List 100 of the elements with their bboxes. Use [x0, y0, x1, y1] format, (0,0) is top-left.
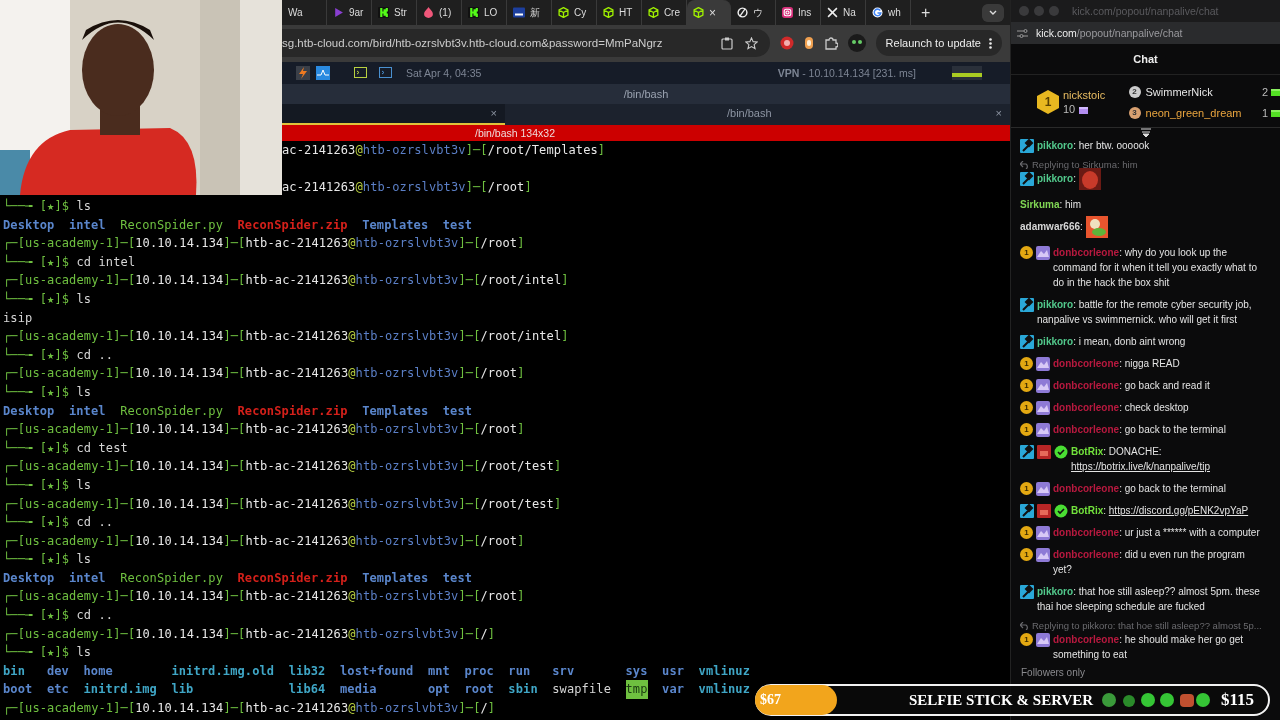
collapse-icon[interactable] [1139, 128, 1152, 138]
chat-message: donbcorleone: nigga READ [1053, 357, 1180, 371]
extension-icon[interactable] [779, 36, 794, 51]
reply-context: Replying to pikkoro: that hoe still asleep?? almost 5p... [1032, 619, 1262, 632]
clipboard-icon[interactable] [720, 36, 733, 50]
file-name: dev [46, 662, 69, 680]
hammer-icon [1020, 585, 1034, 599]
terminal-icon[interactable] [354, 67, 367, 79]
wave-icon[interactable] [316, 65, 330, 80]
cpu-meter-drawing [952, 65, 982, 80]
rank-badge: 1 [1037, 90, 1059, 114]
relaunch-button[interactable]: Relaunch to update [875, 30, 1002, 57]
file-name: vmlinuz [698, 681, 750, 699]
browser-tab[interactable]: × [687, 0, 731, 25]
chat-message: BotRix: https://discord.gg/pENK2vpYaP [1071, 504, 1249, 518]
avatar-badge-icon [1036, 357, 1050, 371]
donation-amount: $115 [1220, 690, 1254, 710]
file-name: tmp [625, 680, 648, 700]
subscriber-badge: 1 [1020, 526, 1033, 539]
hammer-icon [1020, 445, 1034, 459]
file-name: Templates [362, 402, 429, 420]
bookmark-star-icon[interactable] [744, 36, 758, 50]
emote-icon [1085, 216, 1108, 238]
chat-message: donbcorleone: he should make her go get something to eat [1053, 633, 1245, 662]
prompt-line: ┌─[us-academy-1]─[10.10.14.134]─[htb-ac-2141263@htb-ozrslvbt3v]─[/root/intel] [3, 272, 569, 290]
file-name: opt [427, 681, 450, 699]
gifter-name: neon_green_dream [1145, 106, 1242, 119]
command-line: └──╼ [★]$ cd test [3, 439, 128, 457]
subscriber-badge: 1 [1020, 548, 1033, 561]
clock-text: Sat Apr 4, 04:35 [406, 66, 482, 79]
gift-count: 2 [1261, 85, 1268, 98]
puzzle-icon[interactable] [823, 36, 838, 51]
command-line: └──╼ [★]$ ls [3, 476, 92, 494]
avatar-badge-icon [1036, 548, 1050, 562]
file-name: usr [662, 662, 685, 680]
chat-message: donbcorleone: go back to the terminal [1053, 423, 1226, 437]
prompt-line: ┌─[us-academy-1]─[10.10.14.134]─[htb-ac-2141263@htb-ozrslvbt3v]─[/] [3, 625, 496, 643]
chat-message: Sirkuma: him [1020, 198, 1082, 212]
avatar-badge-icon [1036, 526, 1050, 540]
file-name: Templates [362, 569, 429, 587]
gifter-name: nickstoic [1063, 89, 1106, 101]
prompt-line: ┌─[us-academy-1]─[10.10.14.134]─[htb-ac-2141263@htb-ozrslvbt3v]─[/root] [3, 588, 525, 606]
chat-message: donbcorleone: go back to the terminal [1053, 482, 1226, 496]
gift-count: 10 [1063, 103, 1076, 115]
alert-title: SELFIE STICK & SERVER [909, 691, 1094, 709]
command-line: └──╼ [★]$ cd .. [3, 346, 114, 364]
chat-message: pikkoro: i mean, donb aint wrong [1037, 335, 1186, 349]
hammer-icon [1020, 139, 1034, 153]
file-name: ReconSpider.zip [237, 402, 348, 420]
chat-message: pikkoro: that hoe still asleep?? almost 5pm. these thai hoe sleeping schedule are fucked [1037, 585, 1261, 614]
terminal-tab[interactable]: × [282, 103, 505, 125]
chat-message: donbcorleone: why do you look up the command for it when it tell you exactly what to do in the hack the box shit [1053, 246, 1258, 290]
file-name: ReconSpider.py [120, 569, 223, 587]
hammer-icon [1020, 298, 1034, 312]
command-line: └──╼ [★]$ cd intel [3, 253, 136, 271]
chat-heading: Chat [1133, 53, 1158, 65]
file-name: test [442, 216, 473, 234]
donation-amount: $67 [755, 685, 837, 715]
file-name: lost+found [339, 662, 414, 680]
terminal-size-text: /bin/bash 134x32 [475, 126, 555, 139]
camera-icon [782, 7, 793, 18]
message-link[interactable]: https://discord.gg/pENK2vpYaP [1108, 505, 1249, 516]
subscriber-badge: 1 [1020, 482, 1033, 495]
lightning-icon[interactable] [296, 65, 310, 80]
subscriber-badge: 1 [1020, 423, 1033, 436]
subscriber-badge: 1 [1020, 379, 1033, 392]
profile-avatar-icon[interactable] [847, 34, 866, 53]
subscriber-badge: 1 [1020, 633, 1033, 646]
chat-message: pikkoro: battle for the remote cyber security job, nanpalive vs swimmernick. who will get it first [1037, 298, 1253, 327]
command-line: └──╼ [★]$ ls [3, 550, 92, 569]
prompt-line: ┌─[us-academy-1]─[10.10.14.134]─[htb-ac-2141263@htb-ozrslvbt3v]─[/] [3, 700, 496, 718]
file-name: intel [68, 402, 106, 420]
file-name: initrd.img [83, 681, 157, 699]
k-logo-icon [468, 7, 479, 18]
new-tab-button[interactable]: + [915, 3, 937, 22]
site-settings-icon[interactable] [1017, 28, 1028, 38]
command-line: └──╼ [★]$ ls [3, 290, 92, 308]
extension-icon[interactable] [803, 36, 814, 51]
avatar-badge-icon [1036, 379, 1050, 393]
verified-icon [1054, 445, 1068, 459]
hammer-icon [1020, 504, 1034, 518]
emote-icon [1078, 168, 1101, 190]
file-name: Desktop [3, 402, 55, 420]
gift-icon [1271, 87, 1280, 96]
address-bar[interactable]: sg.htb-cloud.com/bird/htb-ozrslvbt3v.htb-cloud.com&password=MmPaNgrz [282, 29, 770, 58]
more-icon[interactable] [989, 37, 992, 49]
reply-context: Replying to Sirkuma: him [1032, 158, 1138, 171]
file-name: swapfile [552, 681, 611, 699]
x-logo-icon [827, 7, 838, 18]
prompt-line: ac-2141263@htb-ozrslvbt3v]─[/root] [282, 179, 532, 197]
rank-badge: 2 [1128, 85, 1141, 98]
file-name: Templates [362, 216, 429, 234]
terminal-icon[interactable] [379, 67, 392, 79]
g-logo-icon [872, 7, 883, 18]
cube-icon [558, 7, 569, 18]
prompt-line: ┌─[us-academy-1]─[10.10.14.134]─[htb-ac-2141263@htb-ozrslvbt3v]─[/root/intel] [3, 328, 569, 346]
gifter-name: SwimmerNick [1145, 85, 1213, 98]
file-name: sbin [508, 681, 538, 699]
message-link[interactable]: https://botrix.live/k/nanpalive/tip [1071, 461, 1210, 472]
cube-icon [603, 7, 614, 18]
